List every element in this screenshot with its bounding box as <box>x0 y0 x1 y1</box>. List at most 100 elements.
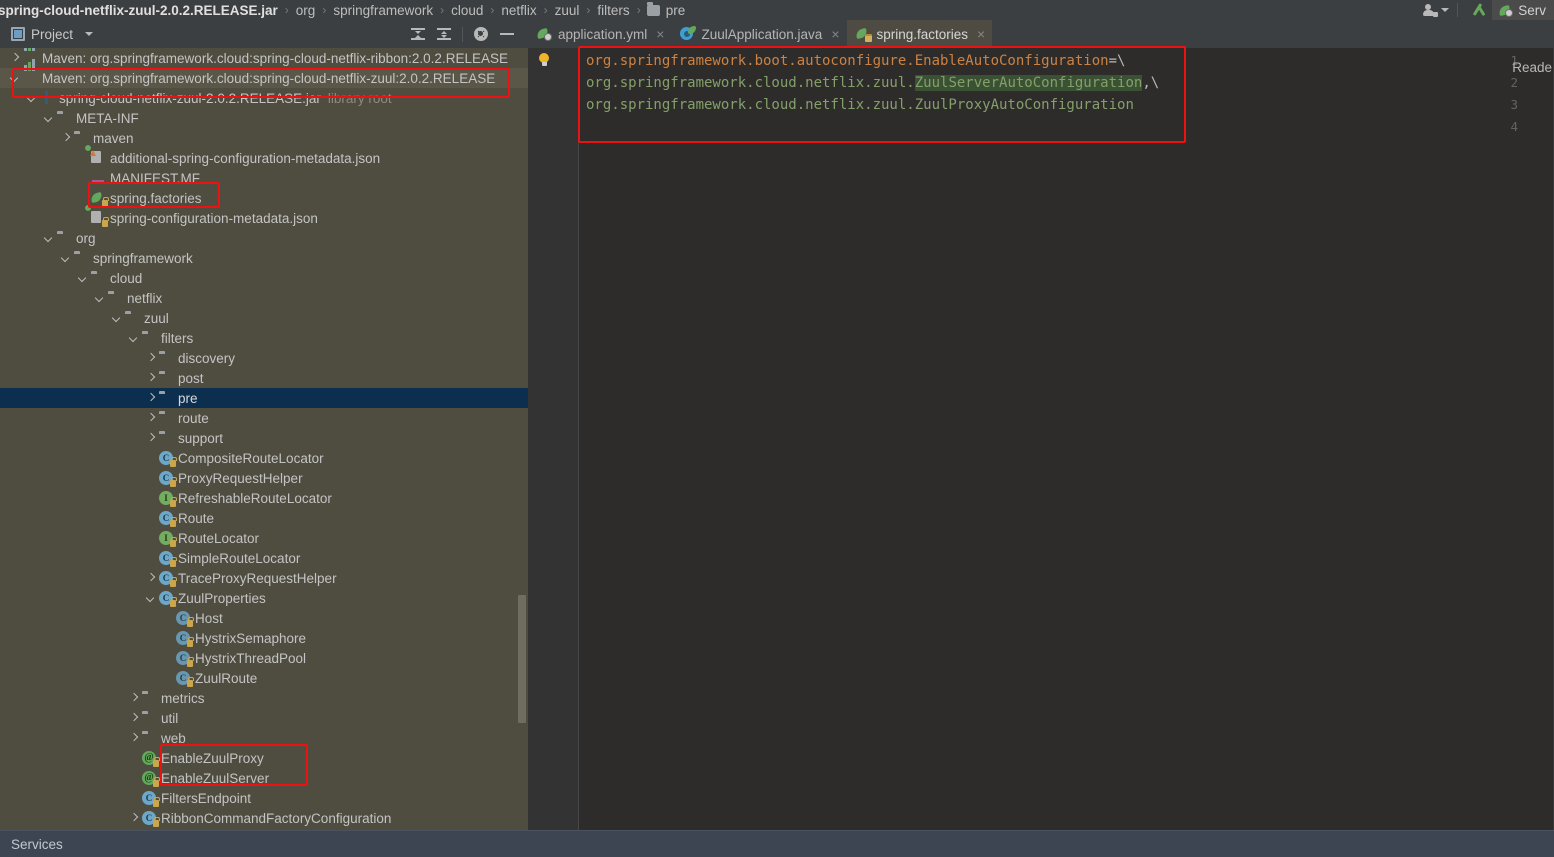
chevron-down-icon[interactable] <box>59 252 72 265</box>
breadcrumb-item-4[interactable]: netflix <box>500 3 537 18</box>
tree-row[interactable]: spring.factories <box>0 188 528 208</box>
chevron-down-icon[interactable] <box>144 592 157 605</box>
breadcrumb-item-1[interactable]: org <box>295 3 317 18</box>
tree-row[interactable]: zuul <box>0 308 528 328</box>
tree-row[interactable]: Maven: org.springframework.cloud:spring-… <box>0 48 528 68</box>
tree-row[interactable]: org <box>0 228 528 248</box>
breadcrumb-item-6[interactable]: filters <box>596 3 630 18</box>
lightbulb-icon[interactable] <box>538 53 550 66</box>
tree-row[interactable]: route <box>0 408 528 428</box>
tree-row[interactable]: C HystrixSemaphore <box>0 628 528 648</box>
tree-row[interactable]: util <box>0 708 528 728</box>
chevron-right-icon[interactable] <box>144 352 157 365</box>
tree-row[interactable]: META-INF <box>0 108 528 128</box>
tree-row-label: netflix <box>127 290 163 306</box>
settings-button[interactable] <box>468 21 494 47</box>
project-tree[interactable]: Maven: org.springframework.cloud:spring-… <box>0 48 528 830</box>
chevron-right-icon[interactable] <box>127 692 140 705</box>
chevron-down-icon[interactable] <box>42 232 55 245</box>
tree-row[interactable]: netflix <box>0 288 528 308</box>
folder-icon <box>142 711 157 726</box>
tree-row[interactable]: C SimpleRouteLocator <box>0 548 528 568</box>
breadcrumb-item-7[interactable]: pre <box>646 2 687 18</box>
code-editor[interactable]: 1234 org.springframework.boot.autoconfig… <box>528 48 1554 830</box>
tree-row[interactable]: C ZuulProperties <box>0 588 528 608</box>
tree-row-label: Host <box>195 610 223 626</box>
tree-row[interactable]: C ZuulRoute <box>0 668 528 688</box>
close-icon[interactable]: × <box>977 27 985 41</box>
tree-row[interactable]: @ EnableZuulServer <box>0 768 528 788</box>
chevron-right-icon[interactable] <box>144 572 157 585</box>
chevron-right-icon[interactable] <box>127 812 140 825</box>
tree-row[interactable]: C RibbonCommandFactoryConfiguration <box>0 808 528 828</box>
chevron-down-icon[interactable] <box>85 32 94 36</box>
editor-text-area[interactable]: org.springframework.boot.autoconfigure.E… <box>586 48 1554 830</box>
editor-tab-1[interactable]: ZuulApplication.java × <box>671 20 846 48</box>
services-tool-tab[interactable]: Serv <box>1492 0 1554 20</box>
sidebar-scrollbar-thumb[interactable] <box>518 595 526 723</box>
editor-tab-2[interactable]: spring.factories × <box>846 20 993 48</box>
code-line[interactable]: org.springframework.cloud.netflix.zuul.Z… <box>586 94 1134 116</box>
tree-row-label: EnableZuulServer <box>161 770 270 786</box>
tree-row[interactable]: C TraceProxyRequestHelper <box>0 568 528 588</box>
tree-row[interactable]: I RouteLocator <box>0 528 528 548</box>
tree-row[interactable]: maven <box>0 128 528 148</box>
tree-row[interactable]: springframework <box>0 248 528 268</box>
chevron-right-icon[interactable] <box>144 412 157 425</box>
breadcrumb-separator: › <box>586 3 591 17</box>
tree-row[interactable]: web <box>0 728 528 748</box>
breadcrumb-item-5[interactable]: zuul <box>554 3 581 18</box>
chevron-down-icon[interactable] <box>93 292 106 305</box>
breadcrumb-item-0[interactable]: spring-cloud-netflix-zuul-2.0.2.RELEASE.… <box>0 3 279 18</box>
tree-row[interactable]: C Host <box>0 608 528 628</box>
tree-row-label: route <box>178 410 209 426</box>
tree-row[interactable]: I RefreshableRouteLocator <box>0 488 528 508</box>
close-icon[interactable]: × <box>831 27 839 41</box>
chevron-down-icon[interactable] <box>127 332 140 345</box>
tree-row[interactable]: @ EnableZuulProxy <box>0 748 528 768</box>
tree-row[interactable]: pre <box>0 388 528 408</box>
chevron-right-icon[interactable] <box>144 432 157 445</box>
chevron-down-icon[interactable] <box>42 112 55 125</box>
tree-row[interactable]: Maven: org.springframework.cloud:spring-… <box>0 58 528 88</box>
tree-row[interactable]: additional-spring-configuration-metadata… <box>0 143 528 168</box>
chevron-right-icon[interactable] <box>144 372 157 385</box>
close-icon[interactable]: × <box>656 27 664 41</box>
chevron-right-icon[interactable] <box>144 392 157 405</box>
collapse-all-button[interactable] <box>431 21 457 47</box>
chevron-right-icon[interactable] <box>127 732 140 745</box>
chevron-right-icon[interactable] <box>59 132 72 145</box>
hide-panel-button[interactable] <box>494 21 520 47</box>
chevron-down-icon[interactable] <box>76 272 89 285</box>
tree-row[interactable]: metrics <box>0 688 528 708</box>
chevron-right-icon[interactable] <box>8 52 21 65</box>
chevron-down-icon[interactable] <box>8 72 21 85</box>
tree-row[interactable]: post <box>0 368 528 388</box>
code-line[interactable]: org.springframework.boot.autoconfigure.E… <box>586 50 1125 72</box>
tree-row[interactable]: discovery <box>0 348 528 368</box>
breadcrumb-item-2[interactable]: springframework <box>332 3 434 18</box>
tree-row[interactable]: spring-configuration-metadata.json <box>0 203 528 228</box>
tree-row[interactable]: C FiltersEndpoint <box>0 788 528 808</box>
breadcrumb-item-3[interactable]: cloud <box>450 3 484 18</box>
tree-row[interactable]: C HystrixThreadPool <box>0 648 528 668</box>
tree-row[interactable]: support <box>0 428 528 448</box>
editor-tab-0[interactable]: application.yml × <box>528 20 671 48</box>
tree-row[interactable]: C Route <box>0 508 528 528</box>
expand-all-icon <box>411 27 425 41</box>
tree-row[interactable]: filters <box>0 328 528 348</box>
tree-row[interactable]: MANIFEST.MF <box>0 168 528 188</box>
chevron-down-icon[interactable] <box>110 312 123 325</box>
status-services[interactable]: Services <box>0 837 63 852</box>
tree-row[interactable]: C ProxyRequestHelper <box>0 468 528 488</box>
tree-row[interactable]: C CompositeRouteLocator <box>0 448 528 468</box>
tree-row[interactable]: cloud <box>0 268 528 288</box>
code-line[interactable]: org.springframework.cloud.netflix.zuul.Z… <box>586 72 1159 94</box>
breadcrumb-separator: › <box>636 3 641 17</box>
chevron-down-icon[interactable] <box>25 92 38 105</box>
editor-gutter[interactable] <box>528 48 578 830</box>
chevron-right-icon[interactable] <box>127 712 140 725</box>
tree-row[interactable]: spring-cloud-netflix-zuul-2.0.2.RELEASE.… <box>0 88 528 108</box>
expand-all-button[interactable] <box>405 21 431 47</box>
